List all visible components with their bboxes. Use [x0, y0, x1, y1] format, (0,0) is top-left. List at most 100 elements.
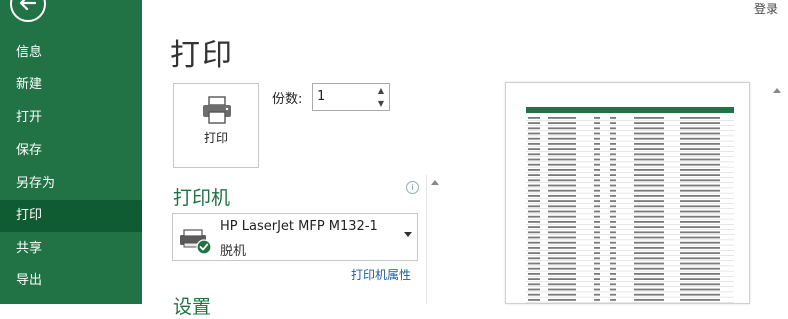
preview-cell	[610, 267, 616, 270]
preview-cell	[634, 231, 664, 234]
settings-section-title: 设置	[173, 296, 212, 318]
preview-cell	[680, 273, 720, 275]
preview-cell	[634, 226, 664, 228]
preview-cell	[680, 117, 720, 119]
preview-cell	[680, 153, 720, 156]
preview-scrollbar[interactable]	[769, 82, 785, 304]
preview-cell	[610, 184, 616, 187]
preview-cell	[594, 117, 600, 119]
preview-cell	[548, 215, 576, 218]
preview-cell	[528, 221, 540, 223]
preview-cell	[680, 169, 720, 171]
nav-item-export[interactable]: 导出	[0, 265, 142, 297]
preview-cell	[594, 163, 600, 166]
preview-cell	[528, 273, 540, 275]
preview-cell	[634, 293, 664, 296]
preview-cell	[528, 117, 540, 119]
preview-cell	[548, 132, 576, 135]
preview-cell	[548, 179, 576, 182]
increment-icon[interactable]: ▲	[376, 86, 386, 96]
preview-cell	[610, 236, 616, 239]
preview-cell	[610, 153, 616, 156]
preview-cell	[680, 127, 720, 130]
preview-cell	[548, 299, 576, 301]
preview-cell	[548, 127, 576, 130]
preview-cell	[548, 122, 576, 124]
settings-scrollbar[interactable]	[426, 175, 443, 304]
nav-item-info[interactable]: 信息	[0, 37, 142, 69]
nav-item-save[interactable]: 保存	[0, 135, 142, 167]
preview-cell	[680, 226, 720, 228]
preview-cell	[634, 257, 664, 260]
preview-cell	[528, 257, 540, 260]
preview-cell	[634, 288, 664, 291]
preview-cell	[594, 179, 600, 182]
preview-cell	[594, 231, 600, 234]
print-button-label: 打印	[203, 131, 228, 145]
preview-cell	[610, 158, 616, 161]
info-icon[interactable]: i	[406, 181, 419, 194]
preview-cell	[634, 273, 664, 275]
preview-cell	[680, 200, 720, 202]
preview-cell	[680, 236, 720, 239]
preview-cell	[548, 153, 576, 156]
preview-cell	[528, 283, 540, 286]
preview-cell	[634, 252, 664, 254]
preview-cell	[594, 143, 600, 145]
preview-cell	[634, 169, 664, 171]
sign-in-link[interactable]: 登录	[754, 0, 778, 17]
preview-cell	[680, 262, 720, 265]
preview-cell	[634, 174, 664, 176]
preview-cell	[548, 174, 576, 176]
preview-cell	[610, 200, 616, 202]
preview-cell	[610, 210, 616, 213]
preview-cell	[528, 132, 540, 135]
preview-cell	[680, 299, 720, 301]
preview-cell	[634, 262, 664, 265]
print-button[interactable]: 打印	[173, 83, 259, 168]
nav-item-save-as[interactable]: 另存为	[0, 168, 142, 200]
back-button[interactable]	[10, 0, 46, 22]
preview-cell	[548, 158, 576, 161]
scroll-up-icon[interactable]	[773, 88, 781, 93]
preview-cell	[680, 267, 720, 270]
preview-cell	[634, 137, 664, 140]
preview-cell	[528, 200, 540, 202]
preview-cell	[634, 283, 664, 286]
preview-cell	[594, 299, 600, 301]
printer-section-title: 打印机	[173, 187, 231, 209]
preview-cell	[594, 236, 600, 239]
decrement-icon[interactable]: ▼	[376, 99, 386, 109]
preview-cell	[548, 148, 576, 150]
preview-cell	[594, 122, 600, 124]
preview-cell	[548, 278, 576, 280]
copies-stepper[interactable]: 1 ▲ ▼	[312, 83, 390, 111]
nav-item-share[interactable]: 共享	[0, 233, 142, 265]
scroll-up-icon[interactable]	[431, 180, 439, 185]
preview-cell	[528, 241, 540, 244]
preview-cell	[548, 252, 576, 254]
preview-cell	[548, 283, 576, 286]
preview-cell	[680, 158, 720, 161]
preview-cell	[680, 184, 720, 187]
preview-cell	[548, 163, 576, 166]
preview-cell	[610, 143, 616, 145]
preview-cell	[528, 189, 540, 192]
printer-properties-link[interactable]: 打印机属性	[351, 266, 411, 283]
preview-cell	[610, 163, 616, 166]
preview-cell	[634, 236, 664, 239]
preview-cell	[548, 257, 576, 260]
preview-cell	[634, 127, 664, 130]
nav-item-open[interactable]: 打开	[0, 102, 142, 134]
preview-cell	[610, 247, 616, 249]
preview-cell	[610, 122, 616, 124]
preview-cell	[610, 132, 616, 135]
preview-cell	[680, 195, 720, 197]
nav-item-new[interactable]: 新建	[0, 69, 142, 101]
preview-cell	[634, 163, 664, 166]
preview-cell	[594, 189, 600, 192]
preview-cell	[528, 236, 540, 239]
preview-cell	[610, 262, 616, 265]
printer-dropdown[interactable]: HP LaserJet MFP M132-1 脱机	[172, 213, 418, 261]
nav-item-print[interactable]: 打印	[0, 200, 142, 232]
